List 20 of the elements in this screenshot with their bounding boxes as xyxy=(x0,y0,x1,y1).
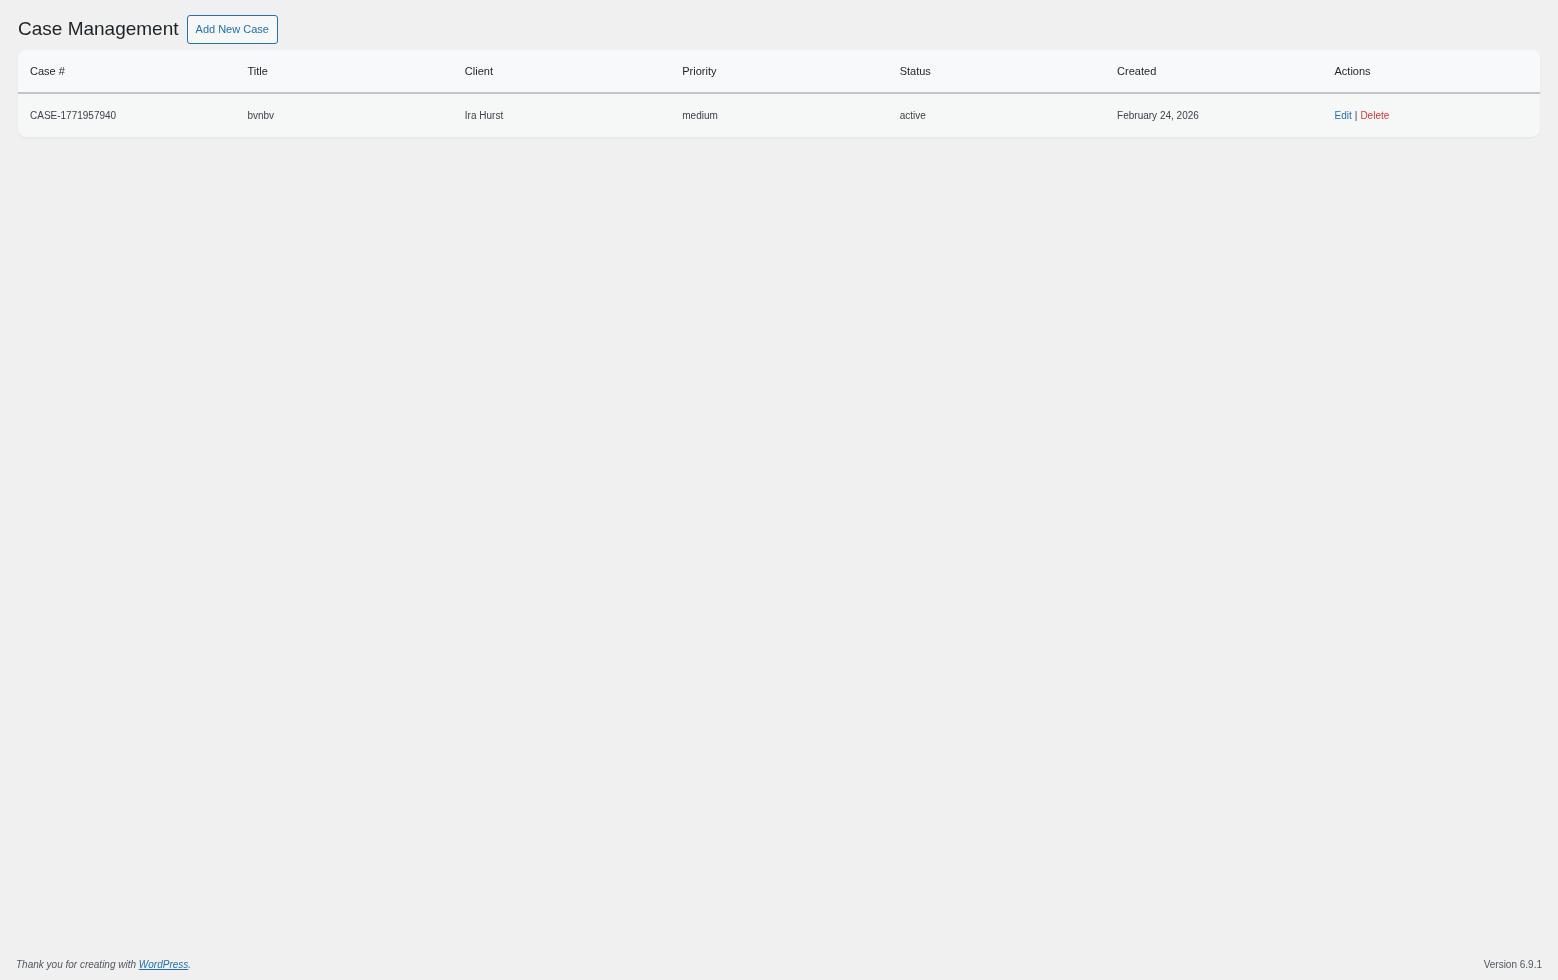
table-cell: February 24, 2026 xyxy=(1105,93,1323,137)
table-cell: Ira Hurst xyxy=(452,93,671,137)
column-header: Priority xyxy=(670,49,888,93)
table-cell: active xyxy=(887,93,1106,137)
delete-link[interactable]: Delete xyxy=(1360,110,1390,121)
version-text: Version 6.9.1 xyxy=(1483,958,1542,972)
column-header: Created xyxy=(1105,49,1323,93)
edit-link[interactable]: Edit xyxy=(1334,110,1352,121)
table-cell: medium xyxy=(670,93,888,137)
column-header: Status xyxy=(887,49,1106,93)
table-cell: CASE-1771957940 xyxy=(18,93,236,137)
table-cell: bvnbv xyxy=(235,93,453,137)
separator: | xyxy=(1354,110,1358,121)
page-title: Case Management xyxy=(18,17,179,41)
column-header: Actions xyxy=(1322,49,1540,93)
column-header: Title xyxy=(235,49,453,93)
column-header: Client xyxy=(452,49,671,93)
add-new-case-button[interactable]: Add New Case xyxy=(186,15,278,44)
footer-credit: Thank you for creating with WordPress. xyxy=(16,958,192,972)
column-header: Case # xyxy=(18,49,236,93)
